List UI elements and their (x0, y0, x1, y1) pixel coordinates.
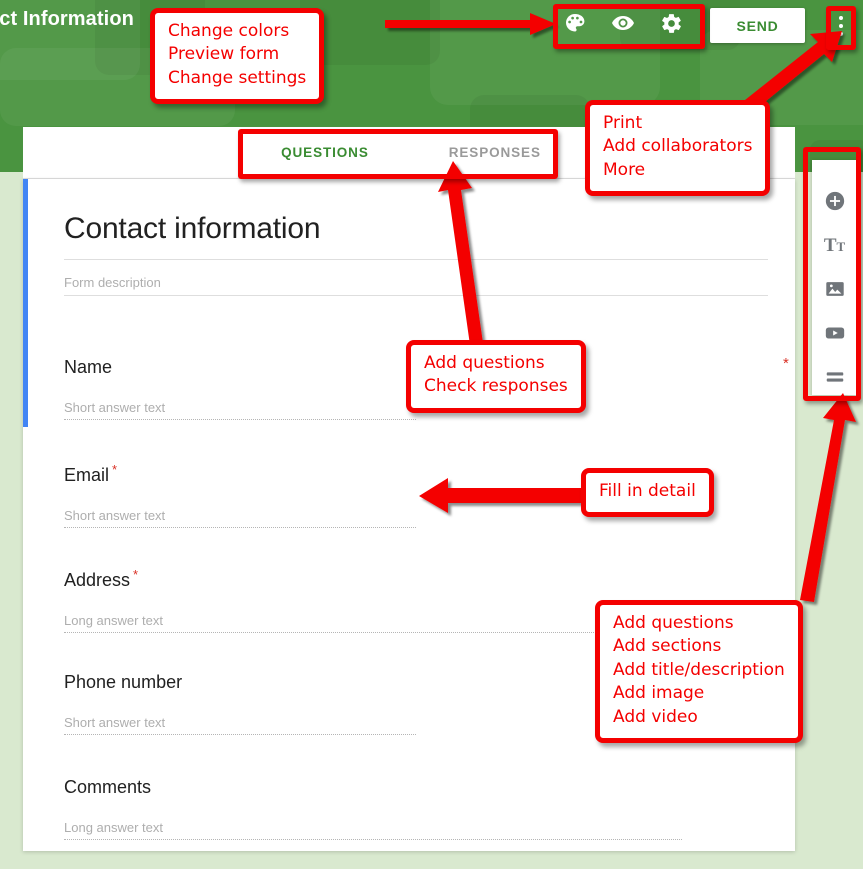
callout-line: Preview form (168, 44, 280, 65)
send-button[interactable]: SEND (710, 8, 805, 43)
question-label-text: Comments (64, 777, 152, 797)
callout-kebab-menu: Print Add collaborators More (585, 100, 771, 197)
callout-line: Fill in detail (599, 481, 696, 501)
question-label-text: Email (64, 465, 110, 485)
callout-fill-in-detail: Fill in detail (581, 468, 714, 518)
highlight-side-toolbar (803, 147, 861, 401)
callout-tabs: Add questions Check responses (406, 340, 586, 413)
question-label: Address * (64, 567, 768, 591)
callout-header-icons: Change colors Preview form Change settin… (150, 8, 325, 105)
callout-side-toolbar: Add questions Add sections Add title/des… (595, 600, 803, 744)
callout-line: More (603, 159, 646, 180)
question-label-text: Phone number (64, 672, 183, 692)
question-label-text: Name (64, 357, 113, 377)
required-legend: * (783, 355, 789, 372)
highlight-header-icons (553, 4, 705, 49)
callout-line: Add questions (613, 613, 734, 633)
form-accent-bar (23, 179, 28, 427)
callout-line: Change settings (168, 67, 307, 88)
question-label: Comments (64, 777, 768, 798)
form-description-input[interactable]: Form description (64, 275, 161, 290)
question-underline (64, 839, 682, 840)
highlight-tabs (238, 129, 558, 179)
callout-line: Change colors (168, 21, 290, 41)
callout-line: Add collaborators (603, 136, 753, 157)
required-asterisk: * (112, 462, 118, 477)
title-divider (64, 259, 768, 260)
question-label-text: Address (64, 570, 131, 590)
callout-line: Print (603, 113, 643, 133)
screenshot-root: act Information SEND QUESTIONS RESPONSES (0, 0, 863, 869)
callout-line: Add questions (424, 353, 545, 373)
callout-line: Add image (613, 683, 705, 704)
required-asterisk: * (133, 567, 139, 582)
question-item[interactable]: Comments Long answer text (64, 777, 768, 840)
question-underline (64, 527, 416, 528)
form-title[interactable]: Contact information (64, 212, 321, 246)
question-underline (64, 734, 416, 735)
description-divider (64, 295, 768, 296)
callout-line: Add title/description (613, 659, 785, 680)
callout-line: Check responses (424, 376, 568, 397)
callout-line: Add video (613, 706, 698, 727)
question-underline (64, 632, 682, 633)
highlight-kebab (826, 6, 856, 50)
header-form-title[interactable]: act Information (0, 8, 134, 31)
question-answer-placeholder[interactable]: Long answer text (64, 820, 768, 839)
arrow-to-side-toolbar (800, 393, 856, 602)
question-underline (64, 419, 416, 420)
callout-line: Add sections (613, 636, 722, 657)
